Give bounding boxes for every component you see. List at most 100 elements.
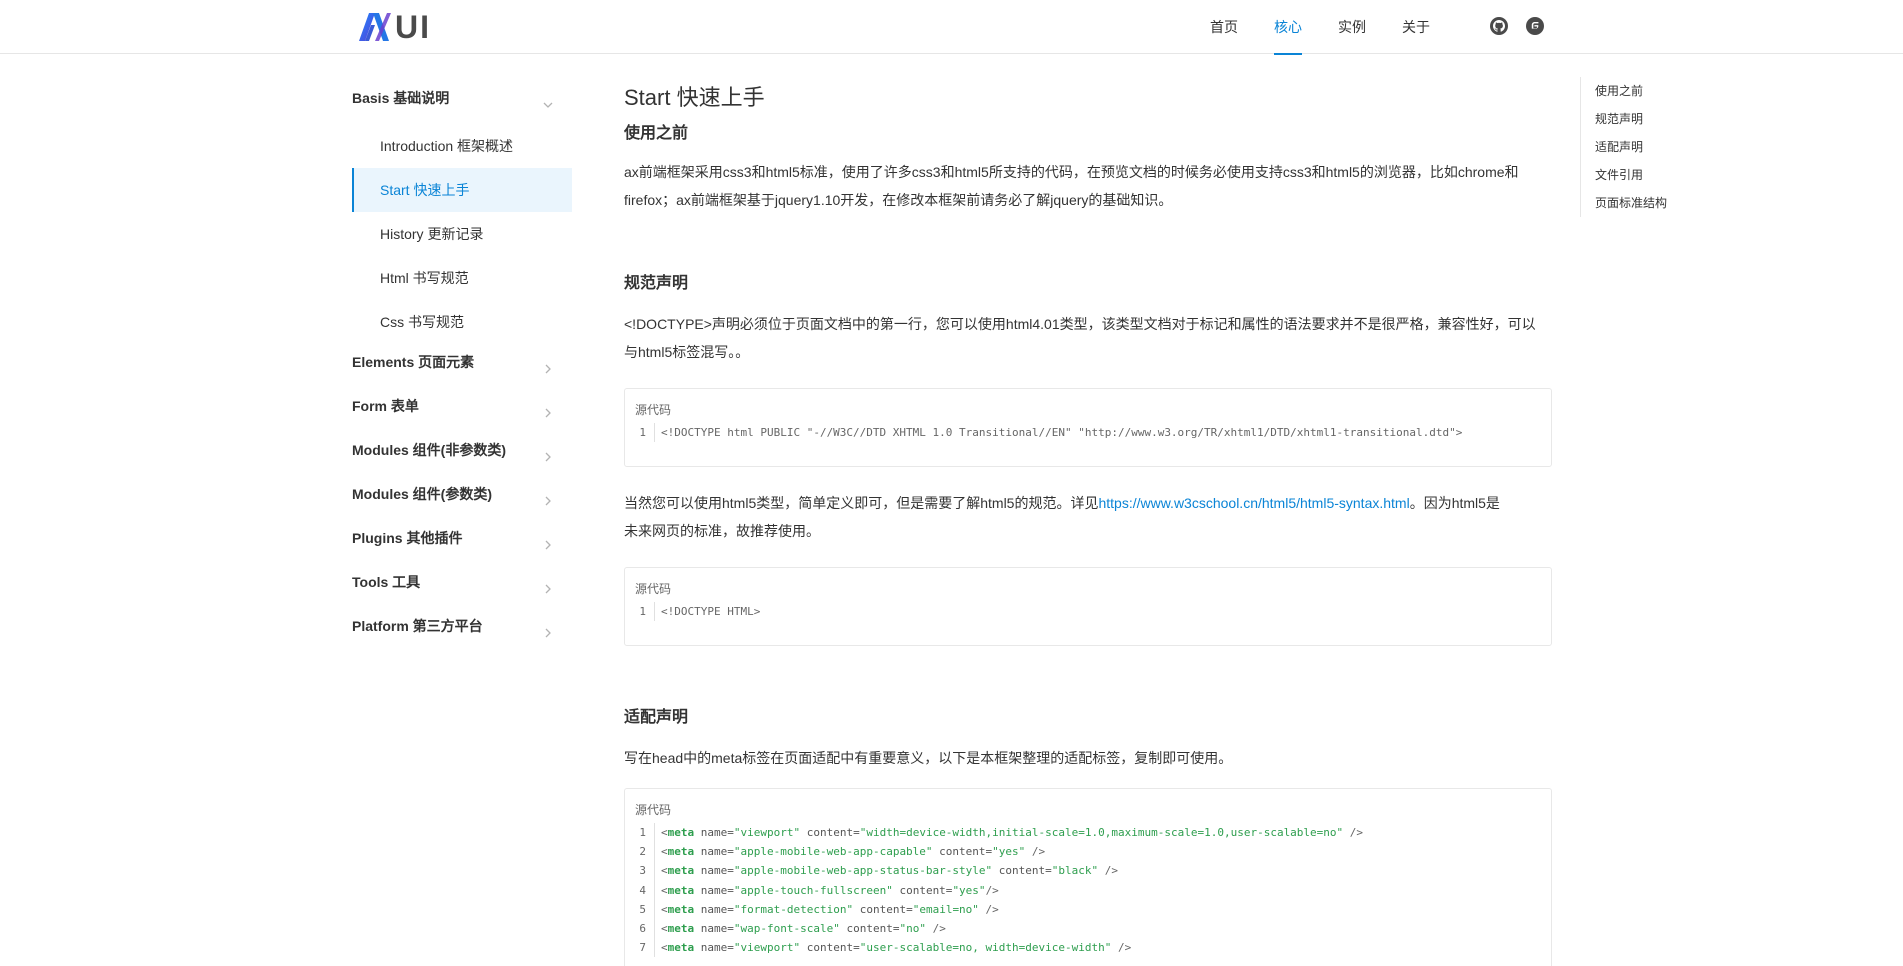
code-line[interactable]: 5 < meta name= "format-detection" content= "… <box>635 899 1541 919</box>
code-tag: meta <box>667 902 695 916</box>
section-title-adapt: 适配声明 <box>624 709 689 726</box>
code-line[interactable]: 2 < meta name= "apple-mobile-web-app-capabl… <box>635 842 1541 862</box>
code-label: 源代码 <box>635 582 672 596</box>
nav-core[interactable]: 核心 <box>1274 0 1302 55</box>
code-tag: meta <box>667 845 695 859</box>
toc-item-spec[interactable]: 规范声明 <box>1595 105 1710 133</box>
code-value: "apple-mobile-web-app-status-bar-style" <box>733 864 993 878</box>
sidebar-item-start[interactable]: Start 快速上手 <box>352 168 572 212</box>
chevron-right-icon <box>540 486 556 506</box>
code-value: "yes" <box>992 845 1026 859</box>
sidebar-group-label: Form 表单 <box>352 398 419 414</box>
code-punct: < <box>661 921 668 935</box>
logo-mark-icon <box>357 11 391 43</box>
code-punct: /> <box>985 883 999 897</box>
code-line[interactable]: 1 <!DOCTYPE html PUBLIC "-//W3C//DTD XHTM… <box>635 423 1541 443</box>
paragraph: 写在head中的meta标签在页面适配中有重要意义，以下是本框架整理的适配标签，… <box>624 750 1233 766</box>
paragraph-line: 未来网页的标准，故推荐使用。 <box>624 523 820 539</box>
code-punct: < <box>661 941 668 955</box>
sidebar-item-css[interactable]: Css 书写规范 <box>352 300 572 344</box>
code-attr: name= <box>694 864 734 878</box>
code-attr: content= <box>892 883 953 897</box>
code-attr: name= <box>694 902 734 916</box>
code-line[interactable]: 3 < meta name= "apple-mobile-web-app-status… <box>635 861 1541 881</box>
sidebar-group-tools[interactable]: Tools 工具 <box>352 564 572 608</box>
nav-home[interactable]: 首页 <box>1210 0 1238 54</box>
chevron-right-icon <box>540 354 556 374</box>
sidebar-group-modules-param[interactable]: Modules 组件(参数类) <box>352 476 572 520</box>
code-attr: content= <box>932 845 993 859</box>
code-tag: meta <box>667 864 695 878</box>
toc-item-file-ref[interactable]: 文件引用 <box>1595 161 1710 189</box>
code-tag: meta <box>667 941 695 955</box>
code-punct: /> <box>1025 845 1046 859</box>
header-icons <box>1490 17 1544 35</box>
code-punct: < <box>661 826 668 839</box>
code-line[interactable]: 1 < meta name= "viewport" content= "width=de… <box>635 823 1541 843</box>
sidebar-group-basis[interactable]: Basis 基础说明 <box>352 80 572 124</box>
code-attr: content= <box>853 902 913 916</box>
line-number: 1 <box>635 823 655 843</box>
line-number: 7 <box>635 938 655 958</box>
paragraph: <!DOCTYPE>声明必须位于页面文档中的第一行，您可以使用html4.01类… <box>624 310 1552 366</box>
code-value: "format-detection" <box>733 902 854 916</box>
code-value: "wap-font-scale" <box>733 921 840 935</box>
top-header: UI 首页 核心 实例 关于 <box>0 0 1903 55</box>
line-number: 4 <box>635 880 655 900</box>
toc-item-before-use[interactable]: 使用之前 <box>1595 77 1710 105</box>
sidebar-group-elements[interactable]: Elements 页面元素 <box>352 344 572 388</box>
code-punct: /> <box>1098 864 1118 878</box>
line-number: 5 <box>635 899 655 919</box>
code-attr: name= <box>694 941 734 955</box>
sidebar-item-html[interactable]: Html 书写规范 <box>352 256 572 300</box>
paragraph-line: ax前端框架采用css3和html5标准，使用了许多css3和html5所支持的… <box>624 164 1519 180</box>
nav-examples[interactable]: 实例 <box>1338 0 1366 54</box>
sidebar-group-label: Modules 组件(非参数类) <box>352 442 506 458</box>
code-line[interactable]: 6 < meta name= "wap-font-scale" content= "no… <box>635 918 1541 939</box>
sidebar-group-plugins[interactable]: Plugins 其他插件 <box>352 520 572 564</box>
sidebar-item-introduction[interactable]: Introduction 框架概述 <box>352 124 572 168</box>
paragraph: 当然您可以使用html5类型，简单定义即可，但是需要了解html5的规范。详见h… <box>624 489 1552 545</box>
line-number: 6 <box>635 918 655 939</box>
code-value: "email=no" <box>912 902 979 916</box>
chevron-down-icon <box>540 90 556 108</box>
code-value: "viewport" <box>733 826 801 839</box>
code-block-meta: 源代码 1 < meta name= "viewport" content= "widt… <box>624 788 1552 966</box>
code-punct: < <box>661 864 668 878</box>
sidebar-group-label: Modules 组件(参数类) <box>352 486 492 502</box>
sidebar: Basis 基础说明 Introduction 框架概述 Start 快速上手 … <box>352 80 572 652</box>
section-title-before-use: 使用之前 <box>624 125 689 142</box>
toc-item-page-structure[interactable]: 页面标准结构 <box>1595 189 1710 217</box>
chevron-right-icon <box>540 530 556 550</box>
code-attr: content= <box>839 921 900 935</box>
code-line[interactable]: 1 <!DOCTYPE HTML> <box>635 602 1541 622</box>
paragraph-line: firefox；ax前端框架基于jquery1.10开发，在修改本框架前请务必了… <box>624 192 1173 208</box>
w3cschool-link[interactable]: https://www.w3cschool.cn/html5/html5-syn… <box>1098 495 1409 511</box>
code-tag: meta <box>667 826 695 839</box>
sidebar-group-modules-nonparam[interactable]: Modules 组件(非参数类) <box>352 432 572 476</box>
code-line[interactable]: 4 < meta name= "apple-touch-fullscreen" con… <box>635 880 1541 900</box>
line-number: 3 <box>635 861 655 881</box>
sidebar-group-label: Elements 页面元素 <box>352 354 475 370</box>
code-label: 源代码 <box>635 403 672 417</box>
code-tag: meta <box>667 921 695 935</box>
github-icon[interactable] <box>1490 17 1508 35</box>
section-title-spec: 规范声明 <box>624 275 689 292</box>
code-label: 源代码 <box>635 803 672 817</box>
gitee-icon[interactable] <box>1526 17 1544 35</box>
sidebar-item-history[interactable]: History 更新记录 <box>352 212 572 256</box>
sidebar-group-form[interactable]: Form 表单 <box>352 388 572 432</box>
code-value: "black" <box>1051 864 1099 878</box>
code-text: <!DOCTYPE html PUBLIC "-//W3C//DTD XHTML… <box>661 426 1463 439</box>
logo[interactable]: UI <box>357 11 429 43</box>
code-line[interactable]: 7 < meta name= "viewport" content= "user-sca… <box>635 938 1541 958</box>
code-punct: < <box>661 883 668 897</box>
toc-item-adapt[interactable]: 适配声明 <box>1595 133 1710 161</box>
code-text: <!DOCTYPE HTML> <box>661 605 761 618</box>
code-punct: < <box>661 845 668 859</box>
code-attr: name= <box>694 921 734 935</box>
sidebar-group-label: Basis 基础说明 <box>352 90 450 106</box>
chevron-right-icon <box>540 574 556 594</box>
nav-about[interactable]: 关于 <box>1402 0 1430 54</box>
sidebar-group-platform[interactable]: Platform 第三方平台 <box>352 608 572 652</box>
